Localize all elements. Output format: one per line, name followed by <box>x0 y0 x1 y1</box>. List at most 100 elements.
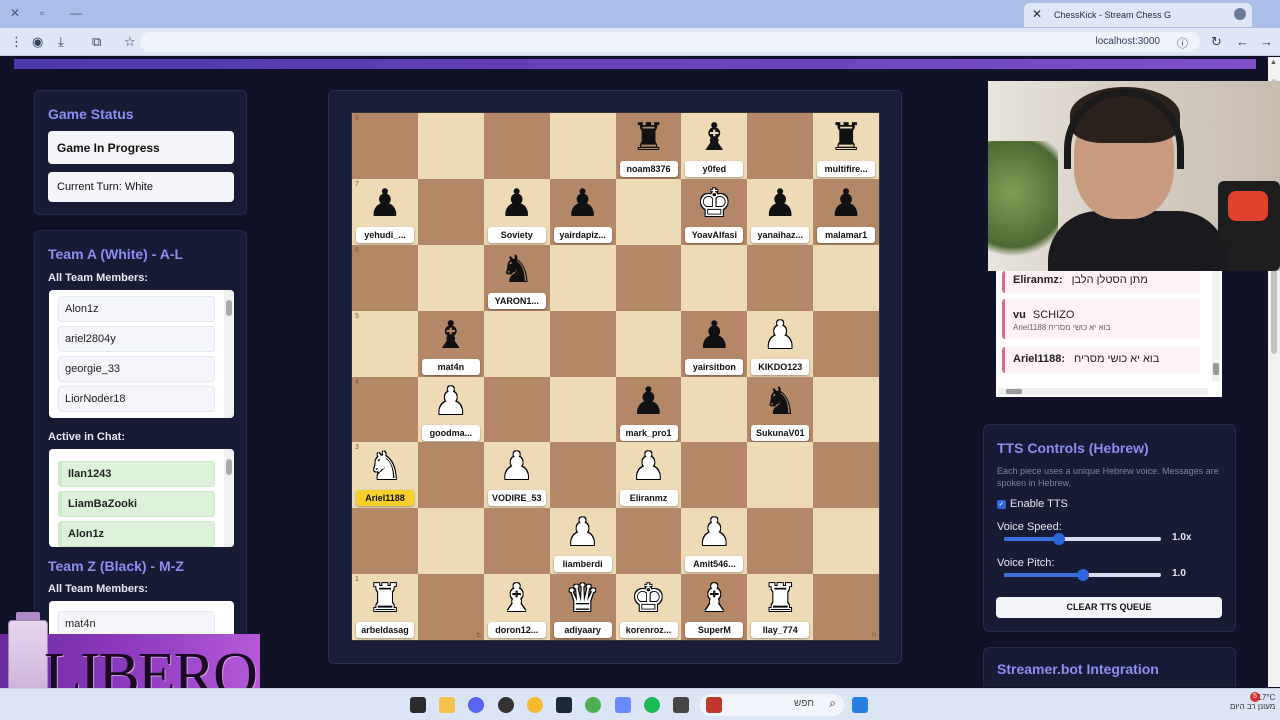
close-window-icon[interactable]: ✕ <box>10 6 20 20</box>
square-c6[interactable]: ♞ YARON1... <box>483 244 550 311</box>
chess-board[interactable]: 8 ♜ noam8376 ♝ y0fed ♜ multifire... 7 ♟ yehudi_..… <box>351 112 880 641</box>
square-d1[interactable]: ♛ adiyaary <box>549 574 616 640</box>
chess-piece-icon[interactable]: ♟ <box>484 444 550 488</box>
square-b2[interactable] <box>417 508 484 575</box>
download-icon[interactable]: ⤓ <box>58 34 64 50</box>
square-a4[interactable]: 4 <box>352 376 418 443</box>
square-f3[interactable] <box>681 442 748 509</box>
chess-piece-icon[interactable]: ♚ <box>616 576 682 620</box>
square-a3[interactable]: 3♞Ariel1188בוא יא כושי מסריח <box>352 442 418 523</box>
square-e3[interactable]: ♟ Eliranmz <box>615 442 682 509</box>
square-h4[interactable] <box>813 376 879 443</box>
square-e6[interactable] <box>615 244 682 311</box>
chess-piece-icon[interactable]: ♝ <box>681 115 747 159</box>
list-scrollbar[interactable] <box>224 449 234 547</box>
enable-tts-checkbox[interactable]: ✓ <box>997 500 1006 509</box>
square-c4[interactable] <box>483 376 550 443</box>
square-d3[interactable] <box>549 442 616 509</box>
list-item[interactable]: Alon1z <box>58 296 215 322</box>
steam-icon[interactable] <box>556 697 572 713</box>
slider-handle[interactable] <box>1052 533 1065 545</box>
site-info-icon[interactable]: ⓘ <box>1177 35 1188 51</box>
square-g6[interactable] <box>747 244 814 311</box>
reload-icon[interactable]: ↻ <box>1211 34 1222 50</box>
square-a7[interactable]: 7 ♟ yehudi_... <box>352 178 418 245</box>
menu-dots-icon[interactable]: ⋮ <box>10 34 23 50</box>
square-f2[interactable]: ♟ Amit546... <box>681 508 748 575</box>
square-b7[interactable] <box>417 178 484 245</box>
square-e4[interactable]: ♟ mark_pro1 <box>615 376 682 443</box>
obsidian-icon[interactable] <box>615 697 631 713</box>
chess-piece-icon[interactable]: ♜ <box>352 576 418 620</box>
square-g4[interactable]: ♞ SukunaV01 <box>747 376 814 443</box>
square-e2[interactable] <box>615 508 682 575</box>
square-g2[interactable] <box>747 508 814 575</box>
list-scrollbar[interactable] <box>224 290 234 418</box>
chess-piece-icon[interactable]: ♜ <box>813 115 879 159</box>
bookmark-star-icon[interactable]: ☆ <box>124 34 136 50</box>
square-c8[interactable] <box>483 113 550 179</box>
clear-tts-queue-button[interactable]: CLEAR TTS QUEUE <box>996 597 1222 618</box>
chess-piece-icon[interactable]: ♝ <box>484 576 550 620</box>
chess-piece-icon[interactable]: ♜ <box>747 576 813 620</box>
square-c1[interactable]: ♝ doron12... <box>483 574 550 640</box>
chess-piece-icon[interactable]: ♞ <box>352 444 418 488</box>
app-icon[interactable] <box>673 697 689 713</box>
voice-speed-slider[interactable] <box>1004 533 1161 545</box>
spotify-icon[interactable] <box>644 697 660 713</box>
square-g8[interactable] <box>747 113 814 179</box>
chess-piece-icon[interactable]: ♟ <box>747 181 813 225</box>
square-f6[interactable] <box>681 244 748 311</box>
chess-piece-icon[interactable]: ♟ <box>418 379 484 423</box>
close-tab-icon[interactable]: ✕ <box>1032 7 1042 21</box>
square-b4[interactable]: ♟ goodma... <box>417 376 484 443</box>
square-g1[interactable]: ♜ Ilay_774 <box>747 574 814 640</box>
list-item[interactable]: Ilan1243 <box>58 461 215 487</box>
list-item[interactable]: LiamBaZooki <box>58 491 215 517</box>
chess-piece-icon[interactable]: ♞ <box>484 247 550 291</box>
browser-tab[interactable]: ✕ ChessKick - Stream Chess G <box>1024 3 1252 27</box>
list-item[interactable]: Alon1z <box>58 521 215 547</box>
chess-piece-icon[interactable]: ♟ <box>484 181 550 225</box>
chess-piece-icon[interactable]: ♜ <box>616 115 682 159</box>
square-b3[interactable] <box>417 442 484 509</box>
square-g3[interactable] <box>747 442 814 509</box>
list-item[interactable]: ariel2804y <box>58 326 215 352</box>
chess-piece-icon[interactable]: ♟ <box>813 181 879 225</box>
square-c2[interactable] <box>483 508 550 575</box>
square-g5[interactable]: ♟ KIKDO123 <box>747 310 814 377</box>
square-b8[interactable] <box>417 113 484 179</box>
square-f5[interactable]: ♟ yairsitbon <box>681 310 748 377</box>
chess-piece-icon[interactable]: ♚ <box>681 181 747 225</box>
address-bar[interactable]: localhost:3000 ⓘ <box>140 32 1200 52</box>
square-e5[interactable] <box>615 310 682 377</box>
square-a5[interactable]: 5 <box>352 310 418 377</box>
back-icon[interactable]: ← <box>1236 34 1249 49</box>
media-player-icon[interactable] <box>498 697 514 713</box>
square-h1[interactable]: h <box>813 574 879 640</box>
square-c5[interactable] <box>483 310 550 377</box>
extensions-icon[interactable]: ⧉ <box>92 34 101 50</box>
square-d8[interactable] <box>549 113 616 179</box>
chat-vertical-scrollbar[interactable] <box>1212 271 1220 381</box>
square-f1[interactable]: ♝ SuperM <box>681 574 748 640</box>
square-c7[interactable]: ♟ Soviety <box>483 178 550 245</box>
square-h5[interactable] <box>813 310 879 377</box>
square-c3[interactable]: ♟ VODIRE_53 <box>483 442 550 509</box>
terminal-icon[interactable] <box>410 697 426 713</box>
square-a1[interactable]: 1 ♜ arbeldasag <box>352 574 418 640</box>
square-d6[interactable] <box>549 244 616 311</box>
square-d7[interactable]: ♟ yairdapiz... <box>549 178 616 245</box>
restore-window-icon[interactable]: ▫ <box>40 6 44 20</box>
square-e1[interactable]: ♚ korenroz... <box>615 574 682 640</box>
minimize-window-icon[interactable]: — <box>70 6 82 20</box>
list-item[interactable]: georgie_33 <box>58 356 215 382</box>
square-e7[interactable] <box>615 178 682 245</box>
chess-piece-icon[interactable]: ♝ <box>681 576 747 620</box>
square-a8[interactable]: 8 <box>352 113 418 179</box>
chess-piece-icon[interactable]: ♟ <box>681 510 747 554</box>
square-b6[interactable] <box>417 244 484 311</box>
taskbar-search[interactable]: חפש ⌕ <box>700 694 844 716</box>
chess-piece-icon[interactable]: ♟ <box>352 181 418 225</box>
start-menu-icon[interactable] <box>852 697 868 713</box>
